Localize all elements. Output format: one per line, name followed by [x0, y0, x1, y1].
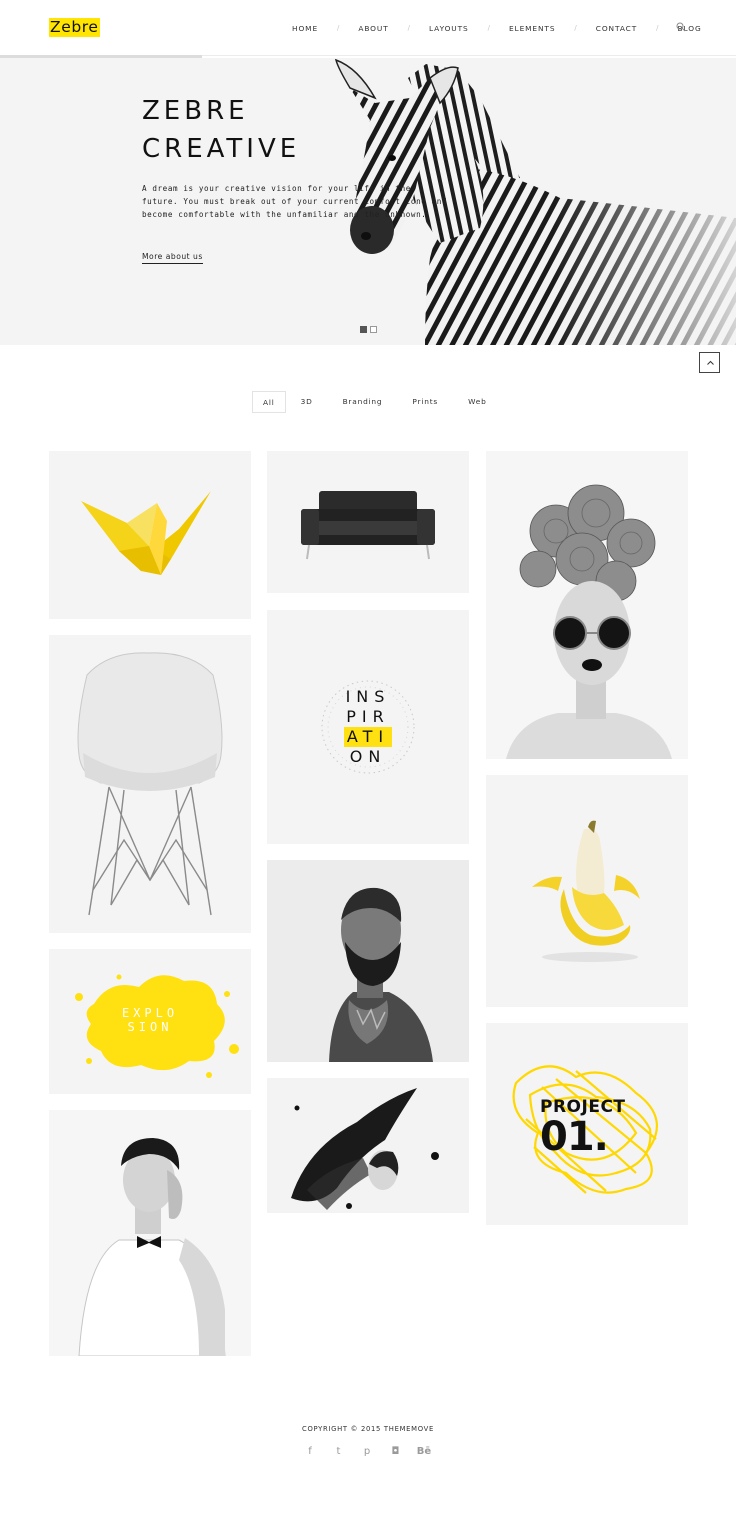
copyright: COPYRIGHT © 2015 THEMEMOVE: [302, 1425, 434, 1433]
hero-title-line1: ZEBRE: [142, 96, 249, 126]
nav-layouts[interactable]: LAYOUTS: [429, 24, 469, 33]
white-chair-image: [77, 652, 223, 916]
portfolio-item-project[interactable]: PROJECT 01.: [486, 1023, 688, 1225]
man-bow-tie-image: [49, 1110, 251, 1356]
hero-title: ZEBRE CREATIVE: [142, 92, 300, 168]
nav-separator: /: [337, 24, 340, 32]
explosion-text: EXPLO SION: [49, 1006, 251, 1034]
social-links: f t p ◘ Bē: [302, 1445, 432, 1459]
behance-icon[interactable]: Bē: [416, 1445, 432, 1459]
explosion-line2: SION: [127, 1020, 173, 1034]
filter-prints[interactable]: Prints: [397, 391, 453, 413]
nav-separator: /: [574, 24, 577, 32]
slider-dot[interactable]: [360, 326, 367, 333]
filter-branding[interactable]: Branding: [328, 391, 398, 413]
filter-3d[interactable]: 3D: [286, 391, 328, 413]
inspiration-line4: ON: [349, 747, 387, 766]
portfolio-item-banana[interactable]: [486, 775, 688, 1007]
portfolio-item-man-portrait[interactable]: [49, 1110, 251, 1356]
portfolio-item-origami[interactable]: [49, 451, 251, 619]
nav-about[interactable]: ABOUT: [358, 24, 388, 33]
black-sofa-image: [301, 491, 435, 560]
scroll-top-button[interactable]: [699, 352, 720, 373]
portfolio-item-chair[interactable]: [49, 635, 251, 933]
feather-hat-woman-image: [267, 1078, 469, 1213]
portfolio-item-explosion[interactable]: EXPLO SION: [49, 949, 251, 1094]
flower-headdress-woman-image: [486, 451, 688, 759]
bearded-man-image: [267, 860, 469, 1062]
nav-separator: /: [487, 24, 490, 32]
more-about-us-link[interactable]: More about us: [142, 252, 203, 264]
inspiration-text: INS PIR ATI ON: [267, 687, 469, 767]
filter-all[interactable]: All: [252, 391, 286, 413]
portfolio-item-sofa[interactable]: [267, 451, 469, 593]
twitter-icon[interactable]: t: [331, 1445, 347, 1459]
portfolio-filters: All 3D Branding Prints Web: [252, 391, 502, 413]
filter-web[interactable]: Web: [453, 391, 502, 413]
origami-bird-image: [81, 491, 211, 575]
site-header: Zebre HOME / ABOUT / LAYOUTS / ELEMENTS …: [0, 0, 736, 56]
nav-elements[interactable]: ELEMENTS: [509, 24, 555, 33]
nav-home[interactable]: HOME: [292, 24, 318, 33]
slider-dot[interactable]: [370, 326, 377, 333]
explosion-line1: EXPLO: [121, 1006, 179, 1020]
main-nav: HOME / ABOUT / LAYOUTS / ELEMENTS / CONT…: [292, 22, 702, 34]
facebook-icon[interactable]: f: [302, 1445, 318, 1459]
pinterest-icon[interactable]: p: [359, 1445, 375, 1459]
hero-title-line2: CREATIVE: [142, 134, 301, 164]
slider-dots: [360, 326, 377, 333]
search-icon[interactable]: [676, 22, 686, 32]
inspiration-line1: INS: [345, 687, 391, 706]
project-number: 01.: [540, 1114, 609, 1160]
nav-contact[interactable]: CONTACT: [596, 24, 637, 33]
portfolio-item-bearded-man[interactable]: [267, 860, 469, 1062]
nav-separator: /: [656, 24, 659, 32]
project-text: PROJECT 01.: [540, 1097, 650, 1157]
logo[interactable]: Zebre: [49, 18, 100, 37]
nav-separator: /: [407, 24, 410, 32]
hero-slider: ZEBRE CREATIVE A dream is your creative …: [0, 58, 736, 345]
portfolio-item-inspiration[interactable]: INS PIR ATI ON: [267, 610, 469, 844]
chevron-up-icon: [707, 360, 714, 365]
inspiration-line3: ATI: [346, 727, 390, 746]
inspiration-line2: PIR: [346, 707, 390, 726]
hero-description: A dream is your creative vision for your…: [142, 184, 448, 219]
instagram-icon[interactable]: ◘: [388, 1445, 404, 1459]
portfolio-item-flower-woman[interactable]: [486, 451, 688, 759]
banana-image: [532, 820, 640, 962]
portfolio-item-feather-hat[interactable]: [267, 1078, 469, 1213]
